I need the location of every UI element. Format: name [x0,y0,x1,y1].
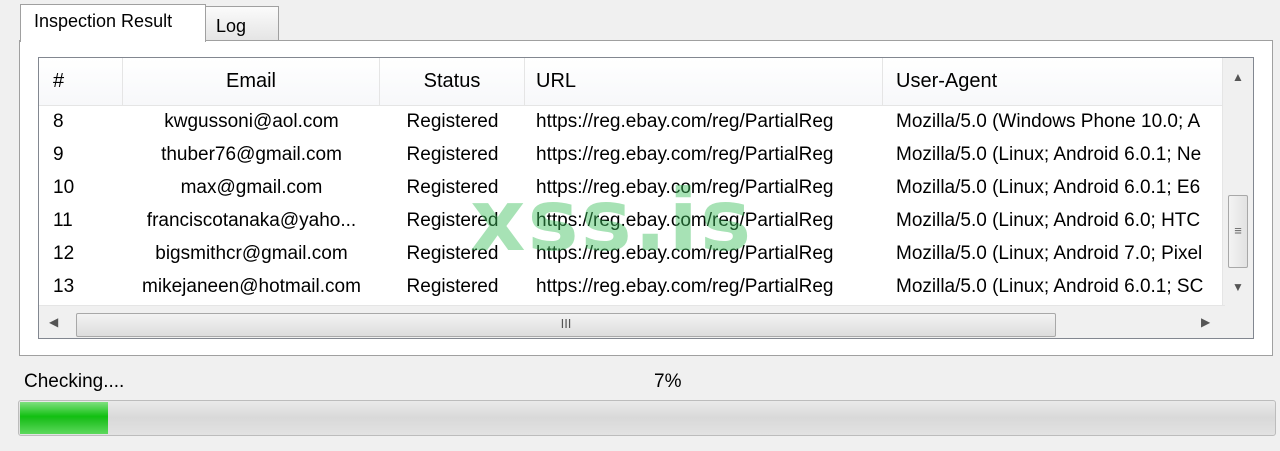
user-agent-cell: Mozilla/5.0 (Linux; Android 6.0; HTC [896,210,1201,231]
column-header-status[interactable]: Status [380,58,525,105]
column-header-user-agent[interactable]: User-Agent [883,58,1225,105]
email-cell: franciscotanaka@yaho... [146,210,357,231]
user-agent-cell: Mozilla/5.0 (Linux; Android 6.0.1; E6 [896,177,1201,198]
user-agent-cell: Mozilla/5.0 (Linux; Android 6.0.1; SC [896,276,1204,297]
row-number: 11 [53,210,73,231]
scroll-down-icon[interactable]: ▼ [1232,280,1244,294]
table-row[interactable]: 12 bigsmithcr@gmail.com Registered https://… [39,238,1225,270]
email-cell: thuber76@gmail.com [161,144,342,165]
url-cell: https://reg.ebay.com/reg/PartialReg [536,144,834,165]
horizontal-scroll-thumb[interactable]: III [76,313,1056,337]
tab-inspection-result[interactable]: Inspection Result [20,4,206,42]
progress-fill [20,402,108,434]
vertical-scroll-thumb[interactable]: ≡ [1228,195,1248,268]
progress-percent: 7% [654,371,682,392]
scrollbar-corner [1223,306,1253,338]
status-cell: Registered [406,243,499,264]
grip-icon: III [560,316,572,331]
table-row[interactable]: 9 thuber76@gmail.com Registered https://reg… [39,139,1225,171]
status-cell: Registered [406,276,499,297]
table-row[interactable]: 13 mikejaneen@hotmail.com Registered https:… [39,271,1225,303]
results-table: # Email Status URL User-Agent 8 kwgussoni… [38,57,1254,339]
email-cell: max@gmail.com [180,177,323,198]
row-number: 12 [53,243,75,264]
column-header-url[interactable]: URL [525,58,883,105]
table-row[interactable]: 11 franciscotanaka@yaho... Registered https… [39,205,1225,237]
url-cell: https://reg.ebay.com/reg/PartialReg [536,111,834,132]
table-header: # Email Status URL User-Agent [39,58,1225,106]
inspection-result-panel: # Email Status URL User-Agent 8 kwgussoni… [19,40,1273,356]
progress-bar [18,400,1276,436]
user-agent-cell: Mozilla/5.0 (Linux; Android 6.0.1; Ne [896,144,1202,165]
url-cell: https://reg.ebay.com/reg/PartialReg [536,243,834,264]
horizontal-scrollbar[interactable]: ◀ III ▶ [39,305,1225,338]
url-cell: https://reg.ebay.com/reg/PartialReg [536,210,834,231]
tab-log[interactable]: Log [205,6,279,40]
user-agent-cell: Mozilla/5.0 (Windows Phone 10.0; A [896,111,1201,132]
user-agent-cell: Mozilla/5.0 (Linux; Android 7.0; Pixel [896,243,1203,264]
scroll-right-icon[interactable]: ▶ [1201,315,1210,329]
email-cell: mikejaneen@hotmail.com [142,276,361,297]
column-header-email[interactable]: Email [123,58,380,105]
scroll-left-icon[interactable]: ◀ [49,315,58,329]
table-row[interactable]: 8 kwgussoni@aol.com Registered https://reg.… [39,106,1225,138]
row-number: 13 [53,276,75,297]
email-cell: kwgussoni@aol.com [164,111,339,132]
url-cell: https://reg.ebay.com/reg/PartialReg [536,177,834,198]
table-row[interactable]: 10 max@gmail.com Registered https://reg.eba… [39,172,1225,204]
row-number: 9 [53,144,64,165]
row-number: 10 [53,177,75,198]
scroll-up-icon[interactable]: ▲ [1232,70,1244,84]
status-cell: Registered [406,111,499,132]
column-header-number[interactable]: # [39,58,123,105]
status-cell: Registered [406,177,499,198]
row-number: 8 [53,111,64,132]
email-cell: bigsmithcr@gmail.com [155,243,348,264]
grip-icon: ≡ [1234,223,1242,238]
status-cell: Registered [406,144,499,165]
status-text: Checking.... [24,371,125,392]
url-cell: https://reg.ebay.com/reg/PartialReg [536,276,834,297]
status-cell: Registered [406,210,499,231]
vertical-scrollbar[interactable]: ▲ ≡ ▼ [1222,58,1253,306]
